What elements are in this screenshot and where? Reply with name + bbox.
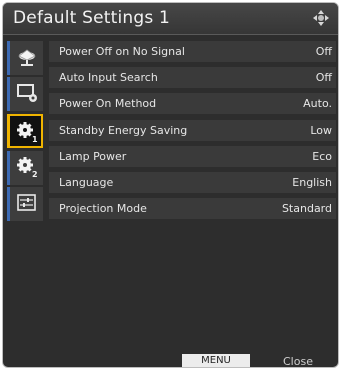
setting-value: Low [310,124,332,137]
setting-power-off-on-no-signal[interactable]: Power Off on No Signal Off [49,41,336,63]
title-bar: Default Settings 1 [3,3,338,35]
setting-auto-input-search[interactable]: Auto Input Search Off [49,67,336,89]
menu-key-button[interactable]: MENU [182,354,250,367]
footer-bar: MENU Close [3,353,338,368]
menu-title: Default Settings 1 [13,8,171,28]
setting-label: Language [59,176,114,189]
setting-lamp-power[interactable]: Lamp Power Eco [49,146,336,168]
navigation-arrows-icon [312,9,330,27]
setting-value: Off [315,45,332,58]
setting-value: Eco [312,150,332,163]
setting-value: Standard [281,202,332,215]
setting-label: Auto Input Search [59,71,158,84]
sidebar-item-picture[interactable] [7,41,43,75]
setting-label: Power On Method [59,97,157,110]
sidebar-item-default-settings-2[interactable]: 2 [7,151,43,185]
setting-language[interactable]: Language English [49,172,336,194]
picture-settings-icon [18,49,36,66]
setting-label: Projection Mode [59,202,147,215]
close-label: Close [283,355,313,368]
setting-projection-mode[interactable]: Projection Mode Standard [49,198,336,220]
settings-menu-window: Default Settings 1 1 2 Power Off on No S… [2,2,339,368]
setting-value: Auto. [303,97,332,110]
setting-value: English [292,176,332,189]
sidebar-item-default-settings-1[interactable]: 1 [7,114,43,148]
setting-power-on-method[interactable]: Power On Method Auto. [49,93,336,115]
setting-label: Standby Energy Saving [59,124,188,137]
category-sidebar: 1 2 [7,37,43,347]
sidebar-item-screen[interactable] [7,77,43,111]
setting-label: Lamp Power [59,150,127,163]
svg-text:2: 2 [32,170,38,178]
advanced-settings-icon [17,194,36,211]
screen-settings-icon [17,84,37,102]
setting-value: Off [315,71,332,84]
default-settings-2-icon: 2 [17,157,38,178]
sidebar-item-advanced[interactable] [7,187,43,221]
default-settings-1-icon: 1 [17,122,38,143]
svg-text:1: 1 [32,135,38,143]
setting-standby-energy-saving[interactable]: Standby Energy Saving Low [49,120,336,142]
setting-label: Power Off on No Signal [59,45,185,58]
